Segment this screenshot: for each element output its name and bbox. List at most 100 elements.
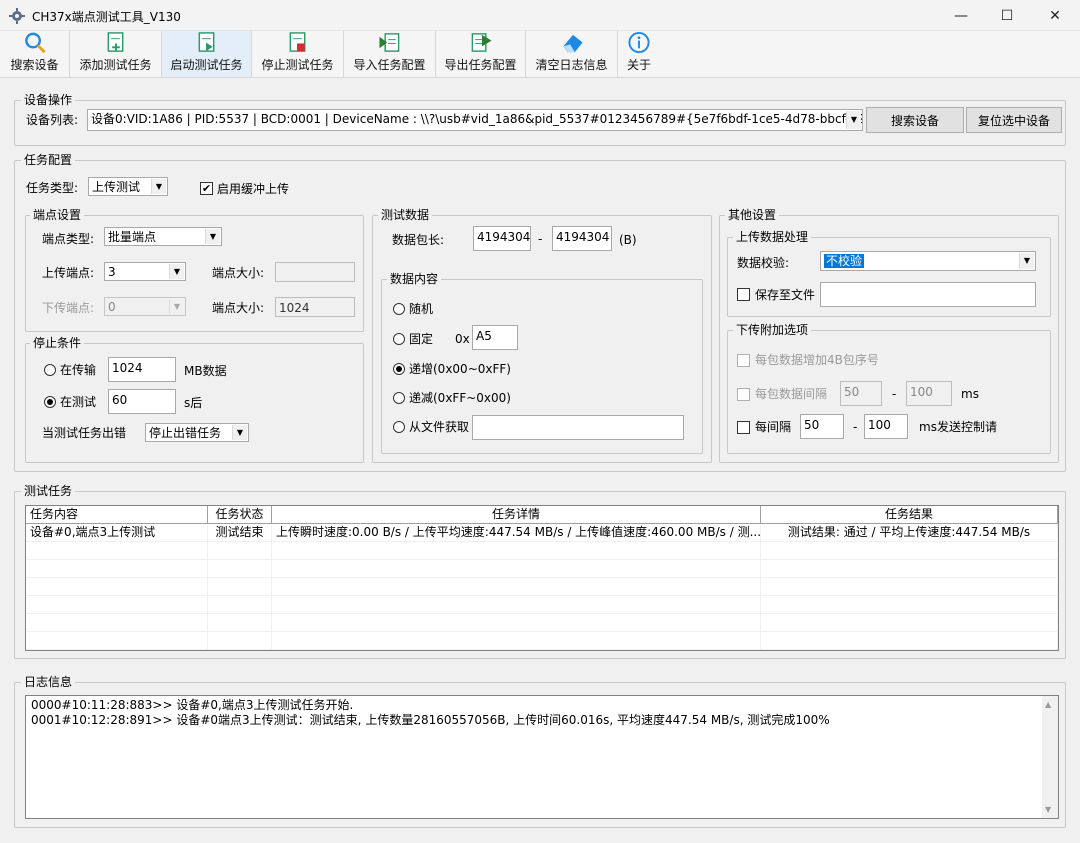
upload-endpoint-label: 上传端点: (42, 266, 95, 280)
log-line: 0000#10:11:28:883>> 设备#0,端点3上传测试任务开始. (31, 698, 354, 712)
row-task-content: 设备#0,端点3上传测试 (26, 524, 208, 541)
clear-log-label: 清空日志信息 (535, 58, 608, 72)
row-task-detail: 上传瞬时速度:0.00 B/s / 上传平均速度:447.54 MB/s / 上… (272, 524, 761, 541)
test-duration-field[interactable]: 60 (108, 389, 176, 414)
upload-size-label: 端点大小: (212, 266, 265, 280)
content-fixed-label: 固定 (409, 332, 434, 346)
scroll-up-icon[interactable]: ▲ (1045, 700, 1051, 709)
task-config-title: 任务配置 (21, 153, 76, 167)
packet-interval-checkbox (737, 388, 750, 401)
add-document-icon (107, 32, 123, 52)
interval-unit-label: ms (961, 387, 979, 401)
chevron-down-icon: ▼ (232, 425, 247, 440)
control-min-field[interactable]: 50 (800, 414, 844, 439)
on-error-select[interactable]: 停止出错任务 ▼ (145, 423, 249, 442)
header-task-content[interactable]: 任务内容 (26, 506, 208, 523)
content-file-field[interactable] (472, 415, 684, 440)
log-scrollbar[interactable]: ▲ ▼ (1042, 696, 1058, 818)
row-task-result: 测试结果: 通过 / 平均上传速度:447.54 MB/s (761, 524, 1058, 541)
interval-range-dash: - (892, 387, 897, 401)
download-endpoint-select: 0 ▼ (104, 297, 186, 316)
packet-length-label: 数据包长: (392, 233, 445, 247)
upload-size-field (275, 262, 355, 282)
content-random-radio[interactable] (393, 303, 405, 315)
content-fixed-radio[interactable] (393, 333, 405, 345)
control-request-checkbox[interactable] (737, 421, 750, 434)
add-task-label: 添加测试任务 (79, 58, 152, 72)
device-ops-title: 设备操作 (21, 93, 76, 107)
save-to-file-checkbox[interactable] (737, 288, 750, 301)
import-config-button[interactable]: 导入任务配置 (344, 31, 436, 77)
sequence-number-label: 每包数据增加4B包序号 (755, 353, 879, 367)
table-row-empty (26, 542, 1058, 560)
info-icon (628, 31, 650, 54)
search-device-button[interactable]: 搜索设备 (866, 107, 964, 133)
stop-on-transfer-radio[interactable] (44, 364, 56, 376)
header-task-detail[interactable]: 任务详情 (272, 506, 761, 523)
window-title: CH37x端点测试工具_V130 (32, 10, 181, 24)
scroll-down-icon[interactable]: ▼ (1045, 805, 1051, 814)
content-increment-radio[interactable] (393, 363, 405, 375)
header-task-status[interactable]: 任务状态 (208, 506, 272, 523)
upload-endpoint-value: 3 (108, 265, 116, 279)
packet-max-field[interactable]: 4194304 (552, 226, 612, 251)
stop-document-icon (289, 32, 305, 52)
stop-on-transfer-label: 在传输 (60, 363, 97, 377)
packet-min-field[interactable]: 4194304 (473, 226, 531, 251)
device-list-label: 设备列表: (26, 113, 79, 127)
save-file-path-field[interactable] (820, 282, 1036, 307)
device-list-select[interactable]: 设备0:VID:1A86 | PID:5537 | BCD:0001 | Dev… (87, 109, 863, 131)
checksum-select[interactable]: 不校验 ▼ (820, 251, 1036, 271)
table-row-empty (26, 596, 1058, 614)
task-type-select[interactable]: 上传测试 ▼ (88, 177, 168, 196)
transfer-amount-field[interactable]: 1024 (108, 357, 176, 382)
content-file-label: 从文件获取 (409, 420, 470, 434)
stop-on-time-radio[interactable] (44, 396, 56, 408)
other-settings-title: 其他设置 (725, 208, 780, 222)
import-icon (378, 33, 399, 52)
fixed-value-field[interactable]: A5 (472, 325, 518, 350)
control-max-field[interactable]: 100 (864, 414, 908, 439)
close-button[interactable]: ✕ (1032, 0, 1078, 31)
stop-task-button[interactable]: 停止测试任务 (252, 31, 344, 77)
chevron-down-icon: ▼ (169, 264, 184, 279)
sequence-number-checkbox (737, 354, 750, 367)
on-error-label: 当测试任务出错 (42, 426, 127, 440)
table-row-empty (26, 632, 1058, 650)
header-task-result[interactable]: 任务结果 (761, 506, 1058, 523)
clear-log-button[interactable]: 清空日志信息 (526, 31, 618, 77)
search-devices-button[interactable]: 搜索设备 (0, 31, 70, 77)
log-textarea[interactable]: 0000#10:11:28:883>> 设备#0,端点3上传测试任务开始. 00… (25, 695, 1059, 819)
test-duration-unit: s后 (184, 396, 203, 410)
control-request-label: 每间隔 (755, 420, 792, 434)
chevron-down-icon: ▼ (205, 229, 220, 244)
stop-condition-title: 停止条件 (30, 336, 85, 350)
data-content-title: 数据内容 (387, 272, 442, 286)
stop-task-label: 停止测试任务 (261, 58, 334, 72)
content-file-radio[interactable] (393, 421, 405, 433)
save-to-file-label: 保存至文件 (755, 288, 816, 302)
download-endpoint-label: 下传端点: (42, 301, 95, 315)
eraser-icon (562, 34, 583, 53)
reset-device-button[interactable]: 复位选中设备 (966, 107, 1062, 133)
about-button[interactable]: 关于 (618, 31, 660, 77)
content-decrement-radio[interactable] (393, 392, 405, 404)
device-list-value: 设备0:VID:1A86 | PID:5537 | BCD:0001 | Dev… (91, 112, 863, 126)
checksum-value: 不校验 (824, 254, 865, 268)
task-type-value: 上传测试 (92, 180, 141, 194)
chevron-down-icon: ▼ (1019, 253, 1034, 269)
content-increment-label: 递增(0x00~0xFF) (409, 362, 511, 376)
upload-endpoint-select[interactable]: 3 ▼ (104, 262, 186, 281)
table-row[interactable]: 设备#0,端点3上传测试 测试结束 上传瞬时速度:0.00 B/s / 上传平均… (26, 524, 1058, 542)
add-task-button[interactable]: 添加测试任务 (70, 31, 162, 77)
control-unit-label: ms发送控制请 (919, 420, 997, 434)
test-tasks-title: 测试任务 (21, 484, 76, 498)
task-type-label: 任务类型: (26, 181, 79, 195)
endpoint-type-select[interactable]: 批量端点 ▼ (104, 227, 222, 246)
start-task-button[interactable]: 启动测试任务 (162, 31, 252, 77)
search-icon (24, 32, 46, 54)
minimize-button[interactable]: — (938, 0, 984, 31)
export-config-button[interactable]: 导出任务配置 (436, 31, 526, 77)
buffer-upload-checkbox[interactable]: ✔ (200, 182, 213, 195)
maximize-button[interactable]: ☐ (984, 0, 1030, 31)
